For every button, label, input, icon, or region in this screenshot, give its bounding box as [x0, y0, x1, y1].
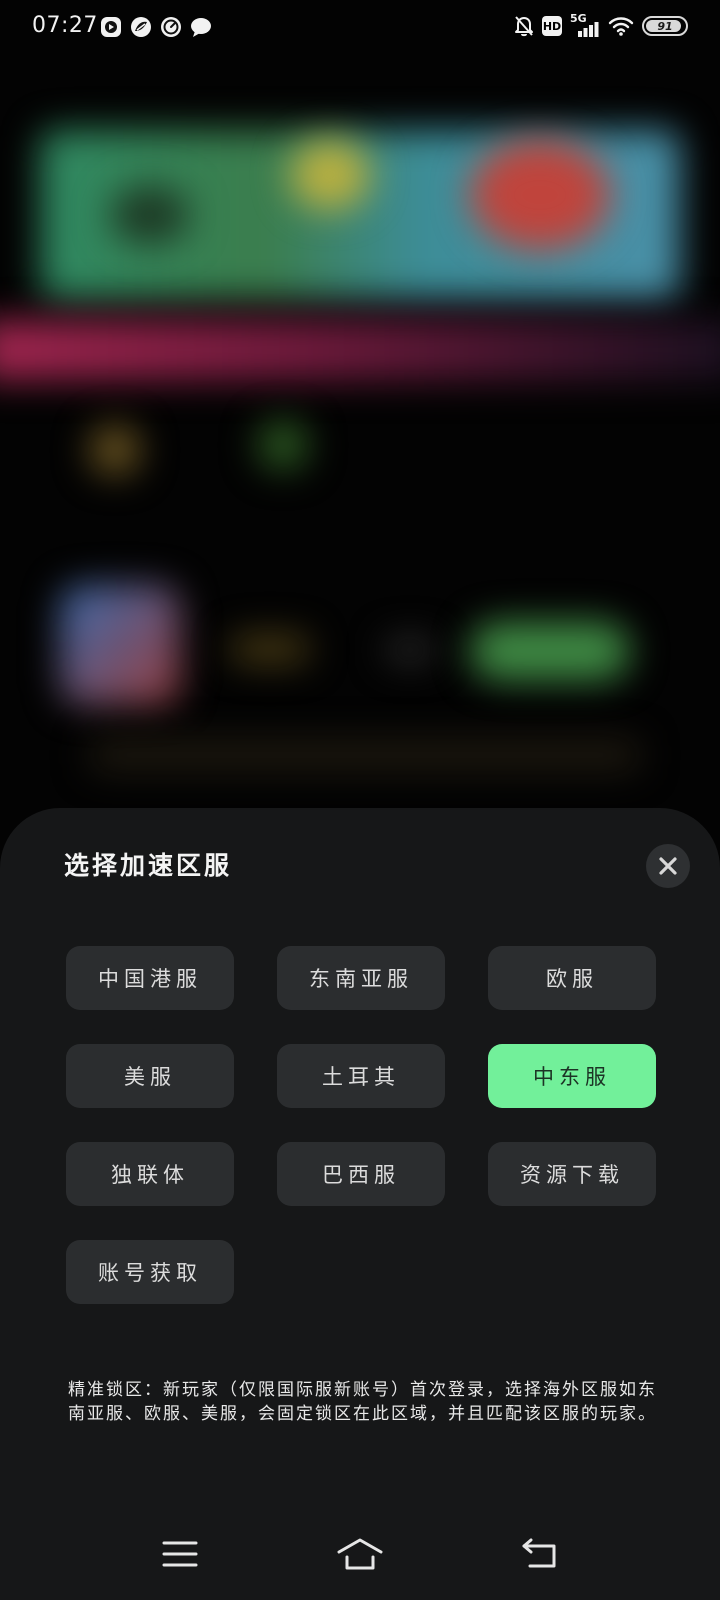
- blurred-tag: [230, 635, 310, 663]
- region-button-eu[interactable]: 欧服: [488, 946, 656, 1010]
- status-bar: 07:27 HD 5G 91: [0, 0, 720, 56]
- region-button-middle-east[interactable]: 中东服: [488, 1044, 656, 1108]
- leaf-app-icon: [131, 17, 151, 37]
- region-button-brazil[interactable]: 巴西服: [277, 1142, 445, 1206]
- region-grid: 中国港服 东南亚服 欧服 美服 土耳其 中东服 独联体 巴西服 资源下载 账号获…: [66, 946, 656, 1304]
- hd-badge: HD: [542, 16, 562, 36]
- blurred-banner-accent: [290, 140, 370, 210]
- screen: 07:27 HD 5G 91 选择加速区服 中国港服 东南亚服 欧服 美服 土耳…: [0, 0, 720, 1600]
- blurred-row: [90, 740, 640, 770]
- blurred-tag: [385, 638, 435, 662]
- cellular-signal: 5G: [570, 12, 600, 38]
- video-app-icon: [101, 17, 121, 37]
- region-button-hk[interactable]: 中国港服: [66, 946, 234, 1010]
- blurred-game-avatar: [60, 585, 180, 705]
- region-button-sea[interactable]: 东南亚服: [277, 946, 445, 1010]
- sheet-title: 选择加速区服: [64, 851, 233, 880]
- back-icon: [522, 1538, 556, 1568]
- region-lock-notice: 精准锁区：新玩家（仅限国际服新账号）首次登录，选择海外区服如东南亚服、欧服、美服…: [68, 1380, 657, 1424]
- signal-bars-icon: [578, 22, 599, 37]
- account-acquire-button[interactable]: 账号获取: [66, 1240, 234, 1304]
- battery-indicator: 91: [642, 16, 688, 36]
- blurred-stripe: [0, 320, 720, 380]
- chat-bubble-icon: [191, 18, 211, 37]
- home-icon: [337, 1538, 383, 1570]
- close-button[interactable]: [646, 844, 690, 888]
- region-button-us[interactable]: 美服: [66, 1044, 234, 1108]
- wifi-icon: [608, 17, 634, 36]
- system-status-icons: HD 5G 91: [514, 12, 688, 38]
- battery-level: 91: [657, 19, 673, 33]
- status-time: 07:27: [32, 13, 98, 38]
- notification-icons: [100, 16, 212, 38]
- close-icon: [659, 857, 677, 875]
- speedometer-app-icon: [161, 17, 181, 37]
- back-button[interactable]: [510, 1534, 570, 1574]
- menu-icon: [162, 1541, 198, 1567]
- resource-download-button[interactable]: 资源下载: [488, 1142, 656, 1206]
- mute-bell-icon: [515, 16, 533, 37]
- blurred-banner-accent: [110, 185, 190, 245]
- region-button-cis[interactable]: 独联体: [66, 1142, 234, 1206]
- region-button-turkey[interactable]: 土耳其: [277, 1044, 445, 1108]
- blurred-banner-accent: [470, 140, 610, 250]
- navigation-bar: [0, 1520, 720, 1600]
- menu-button[interactable]: [150, 1534, 210, 1574]
- blurred-icon: [258, 420, 308, 470]
- region-select-sheet: 选择加速区服 中国港服 东南亚服 欧服 美服 土耳其 中东服 独联体 巴西服 资…: [0, 808, 720, 1600]
- blurred-icon: [90, 425, 140, 475]
- home-button[interactable]: [330, 1534, 390, 1574]
- blurred-action-button: [470, 622, 630, 680]
- blurred-background: [0, 0, 720, 900]
